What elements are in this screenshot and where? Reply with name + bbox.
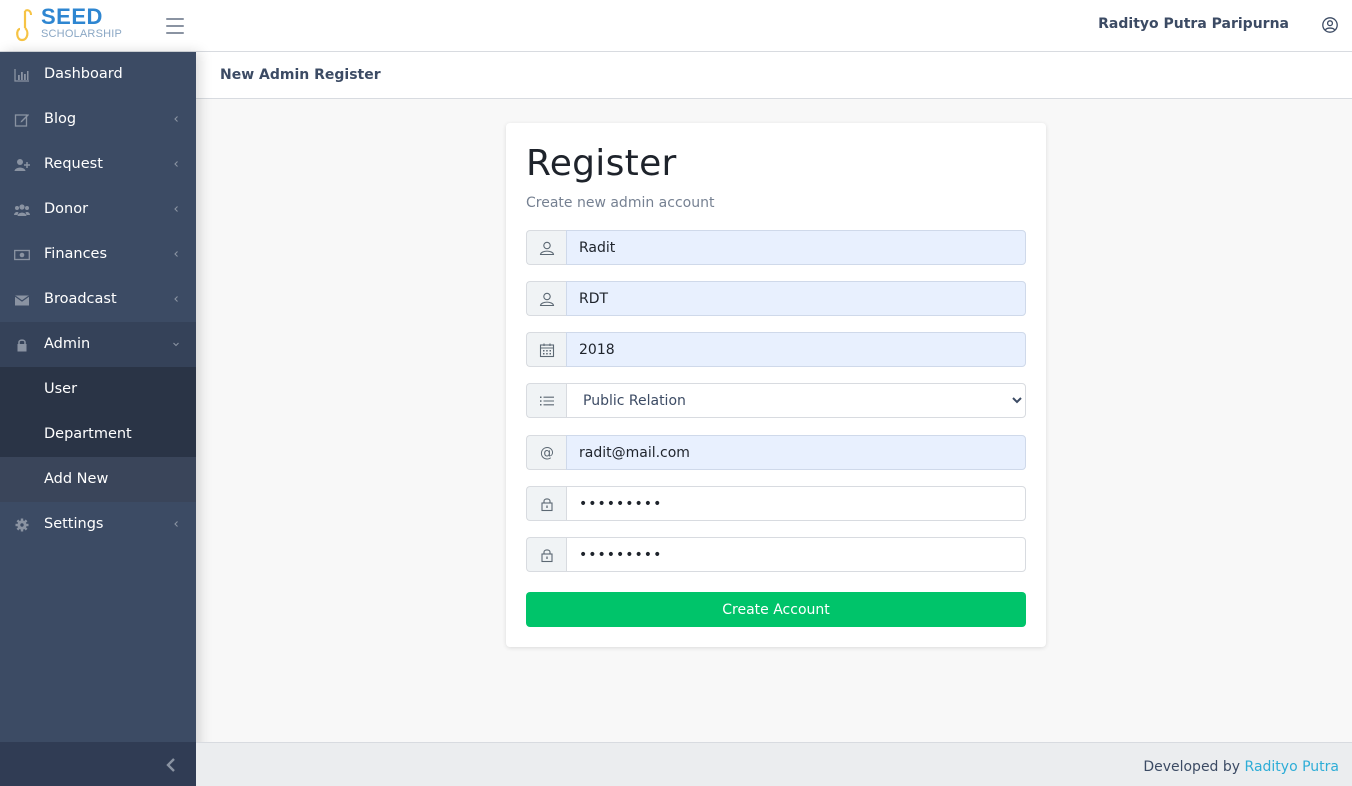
form-title: Register [526, 143, 677, 184]
create-account-button[interactable]: Create Account [526, 592, 1026, 627]
envelope-icon [14, 295, 30, 306]
brand-logo[interactable]: SEED SCHOLARSHIP [14, 5, 124, 45]
brand-name: SEED [41, 4, 103, 29]
user-plus-icon [14, 159, 30, 171]
footer-prefix: Developed by [1143, 759, 1241, 775]
nickname-input[interactable] [566, 281, 1026, 316]
password-input[interactable] [566, 486, 1026, 521]
sidebar-item-label: Donor [44, 201, 89, 217]
password-addon [526, 486, 566, 521]
nickname-addon [526, 281, 566, 316]
sidebar-item-finances[interactable]: Finances [0, 232, 196, 277]
chevron-left-icon [166, 758, 175, 772]
users-icon [14, 204, 30, 216]
form-subtitle: Create new admin account [526, 195, 715, 211]
header-user-name[interactable]: Radityo Putra Paripurna [1098, 16, 1289, 32]
sidebar-subitem-label: User [44, 381, 78, 397]
lock-icon [17, 339, 27, 352]
sidebar-subitem-add-new[interactable]: Add New [0, 457, 196, 502]
email-input[interactable] [566, 435, 1026, 470]
chevron-left-icon [174, 251, 178, 257]
sidebar-item-label: Finances [44, 246, 108, 262]
gear-icon [15, 518, 29, 532]
brand-tagline: SCHOLARSHIP [41, 28, 123, 40]
sidebar-item-admin[interactable]: Admin [0, 322, 196, 367]
sidebar-subitem-user[interactable]: User [0, 367, 196, 412]
name-input[interactable] [566, 230, 1026, 265]
sidebar-minimize-button[interactable] [0, 742, 196, 786]
name-addon [526, 230, 566, 265]
email-addon: @ [526, 435, 566, 470]
sidebar-item-request[interactable]: Request [0, 142, 196, 187]
confirm-password-input[interactable] [566, 537, 1026, 572]
top-header: SEED SCHOLARSHIP Radityo Putra Paripurna [0, 0, 1352, 52]
hamburger-icon[interactable] [163, 14, 189, 38]
name-input-group [526, 230, 1026, 265]
sidebar-subitem-department[interactable]: Department [0, 412, 196, 457]
register-card: Register Create new admin account Public… [506, 123, 1046, 647]
footer-author-link[interactable]: Radityo Putra [1245, 759, 1339, 775]
sidebar-item-label: Dashboard [44, 66, 123, 82]
sidebar-item-label: Broadcast [44, 291, 117, 307]
edit-icon [14, 114, 29, 127]
list-icon [540, 396, 554, 406]
chevron-left-icon [174, 161, 178, 167]
chevron-left-icon [174, 116, 178, 122]
chevron-down-icon [173, 342, 179, 347]
sidebar-item-broadcast[interactable]: Broadcast [0, 277, 196, 322]
footer-credit: Developed by Radityo Putra [1143, 759, 1339, 775]
chevron-left-icon [174, 296, 178, 302]
year-input-group [526, 332, 1026, 367]
lock-icon [541, 498, 553, 512]
page-title: New Admin Register [220, 67, 381, 83]
subheader: New Admin Register [196, 52, 1352, 99]
sidebar-item-label: Settings [44, 516, 104, 532]
lock-icon [541, 549, 553, 563]
sidebar-subitem-label: Add New [44, 471, 109, 487]
footer: Developed by Radityo Putra [196, 742, 1352, 786]
confirm-password-addon [526, 537, 566, 572]
sidebar: Dashboard Blog Request Donor Finances Br… [0, 52, 196, 786]
email-input-group: @ [526, 435, 1026, 470]
at-sign-icon: @ [540, 445, 554, 461]
department-select-group: Public Relation [526, 383, 1026, 418]
confirm-password-input-group [526, 537, 1026, 572]
user-circle-icon[interactable] [1321, 16, 1339, 34]
department-addon [526, 383, 566, 418]
sidebar-item-dashboard[interactable]: Dashboard [0, 52, 196, 97]
user-icon [539, 292, 555, 307]
password-input-group [526, 486, 1026, 521]
department-select[interactable]: Public Relation [566, 383, 1026, 418]
chevron-left-icon [174, 521, 178, 527]
year-input[interactable] [566, 332, 1026, 367]
sidebar-item-settings[interactable]: Settings [0, 502, 196, 547]
sidebar-item-blog[interactable]: Blog [0, 97, 196, 142]
calendar-icon [539, 343, 555, 358]
money-icon [14, 249, 30, 261]
nickname-input-group [526, 281, 1026, 316]
sidebar-item-label: Admin [44, 336, 91, 352]
sidebar-item-donor[interactable]: Donor [0, 187, 196, 232]
sidebar-subitem-label: Department [44, 426, 132, 442]
bar-chart-icon [14, 69, 29, 82]
user-icon [539, 241, 555, 256]
logo-mark-icon [16, 9, 32, 42]
chevron-left-icon [174, 206, 178, 212]
sidebar-item-label: Blog [44, 111, 77, 127]
year-addon [526, 332, 566, 367]
sidebar-item-label: Request [44, 156, 103, 172]
